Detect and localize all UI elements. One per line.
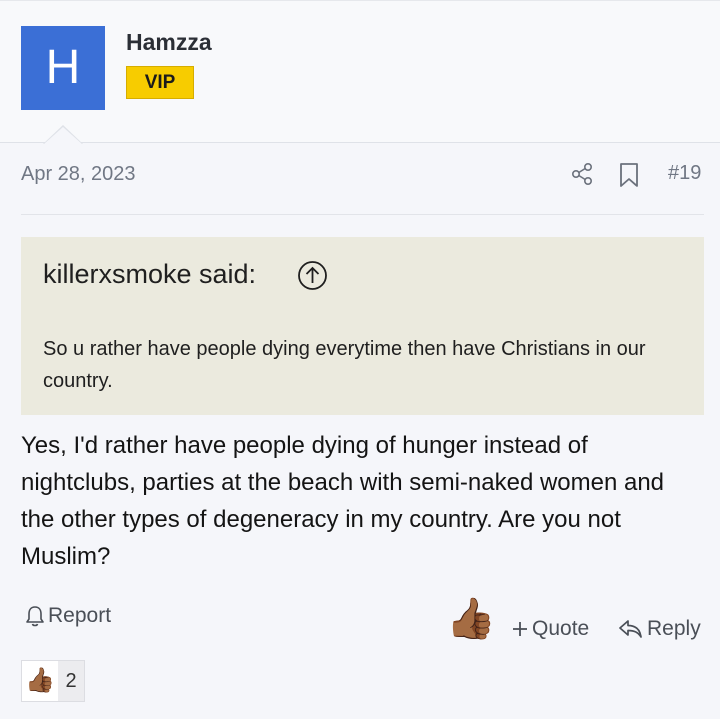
quote-label: Quote [532, 617, 590, 640]
quote-author[interactable]: killerxsmoke said: [43, 259, 256, 290]
report-link[interactable]: Report [24, 604, 111, 628]
divider [21, 214, 704, 215]
reaction-count: 2 [65, 669, 77, 692]
thumbs-up-icon: 👍🏾 [22, 661, 58, 701]
quote-block: killerxsmoke said: So u rather have peop… [21, 237, 704, 415]
username[interactable]: Hamzza [126, 29, 212, 56]
vip-badge: VIP [126, 66, 194, 99]
reply-label: Reply [647, 617, 701, 640]
avatar[interactable]: H [21, 26, 105, 110]
plus-icon [513, 622, 527, 636]
post-body: Yes, I'd rather have people dying of hun… [21, 432, 665, 570]
post-number[interactable]: #19 [668, 162, 701, 185]
bookmark-icon[interactable] [617, 161, 641, 189]
quote-text: So u rather have people dying everytime … [43, 338, 646, 392]
bell-icon [26, 606, 44, 627]
reply-button[interactable]: Reply [618, 617, 701, 641]
arrow-up-circle-icon[interactable] [297, 260, 328, 291]
post-date[interactable]: Apr 28, 2023 [21, 163, 136, 186]
like-button[interactable]: 👍🏾 [446, 596, 496, 642]
reply-arrow-icon [619, 620, 642, 638]
share-icon[interactable] [569, 161, 595, 187]
report-label: Report [48, 604, 112, 627]
reaction-summary[interactable]: 👍🏾 2 [21, 660, 85, 702]
user-block-pointer-fill [44, 127, 82, 144]
thumbs-up-icon: 👍🏾 [446, 597, 496, 641]
quote-button[interactable]: Quote [510, 617, 589, 641]
user-block: H Hamzza VIP [0, 0, 720, 143]
